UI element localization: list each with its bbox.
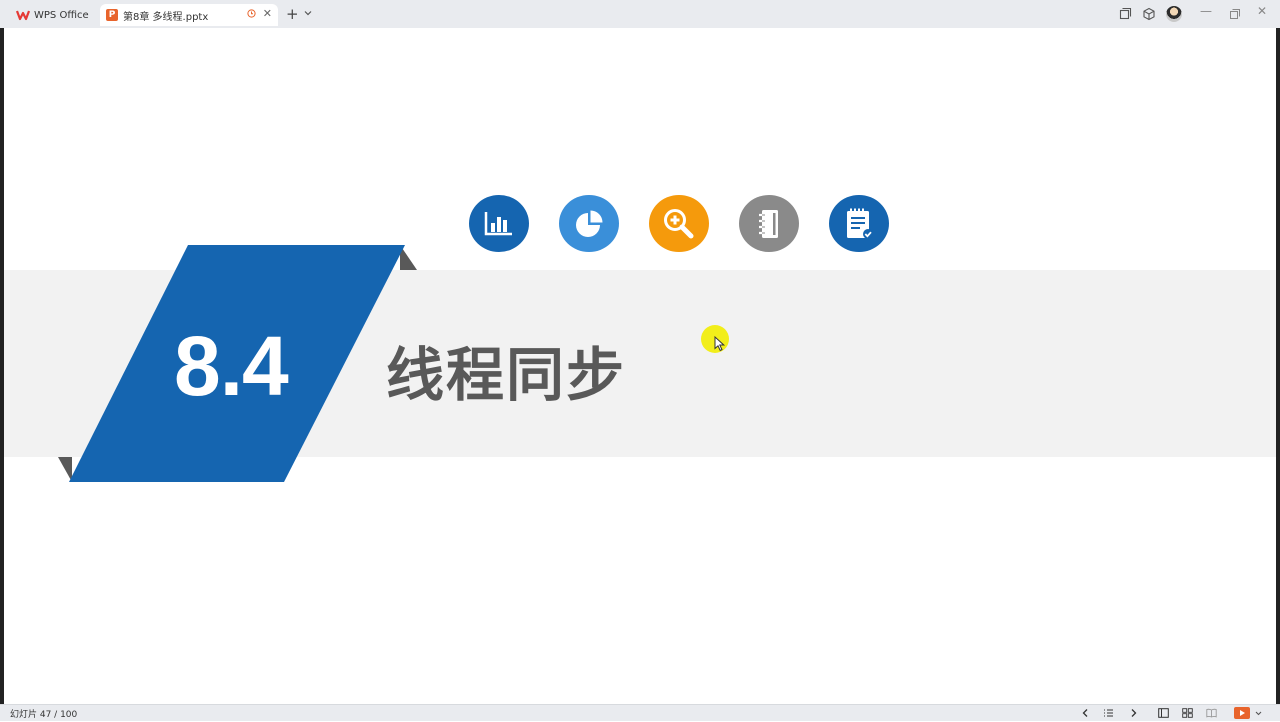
slide-canvas[interactable]: 8.4 线程同步 [4, 28, 1276, 704]
chevron-down-icon[interactable] [1253, 708, 1264, 718]
reading-view-icon[interactable] [1206, 708, 1217, 718]
title-bar: WPS Office P 第8章 多线程.pptx ✕ + — ✕ [0, 0, 1280, 29]
slide-title: 线程同步 [386, 341, 627, 409]
unsaved-status-icon [247, 9, 256, 18]
slideshow-play-button[interactable] [1234, 707, 1250, 719]
checklist-icon [847, 208, 873, 239]
close-window-icon[interactable]: ✕ [1257, 4, 1267, 18]
outline-view-icon[interactable] [1103, 708, 1114, 718]
pie-chart-badge [559, 195, 619, 252]
slide-frame-right [1276, 28, 1280, 704]
window-layout-icon[interactable] [1118, 7, 1132, 21]
presentation-file-icon: P [106, 9, 118, 21]
status-bar: 幻灯片 47 / 100 [0, 704, 1280, 721]
chevron-down-icon[interactable] [304, 9, 312, 17]
slide-counter: 幻灯片 47 / 100 [10, 710, 78, 720]
zoom-in-icon [664, 208, 694, 238]
slide-sorter-icon[interactable] [1182, 708, 1193, 718]
tab-label: WPS Office [34, 9, 89, 21]
zoom-badge [649, 195, 709, 252]
tab-label: 第8章 多线程.pptx [123, 11, 209, 23]
wps-logo-icon [16, 10, 30, 21]
notebook-badge [739, 195, 799, 252]
play-icon [1240, 710, 1245, 716]
next-slide-icon[interactable] [1128, 708, 1139, 718]
tab-wps-office[interactable]: WPS Office [8, 4, 96, 26]
normal-view-icon[interactable] [1158, 708, 1169, 718]
checklist-badge [829, 195, 889, 252]
mouse-pointer-icon [714, 336, 726, 352]
pie-chart-icon [576, 210, 603, 237]
restore-icon[interactable] [1228, 7, 1242, 21]
user-avatar[interactable] [1166, 6, 1182, 22]
minimize-icon[interactable]: — [1200, 4, 1212, 18]
new-tab-button[interactable]: + [286, 5, 299, 23]
banner-fold-bottom [58, 457, 72, 482]
close-tab-icon[interactable]: ✕ [263, 7, 272, 20]
cube-icon[interactable] [1142, 7, 1156, 21]
bar-chart-badge [469, 195, 529, 252]
previous-slide-icon[interactable] [1080, 708, 1091, 718]
bar-chart-icon [484, 211, 512, 235]
notebook-icon [759, 209, 778, 238]
tab-document[interactable]: P 第8章 多线程.pptx ✕ [100, 4, 278, 26]
section-number: 8.4 [174, 319, 289, 413]
